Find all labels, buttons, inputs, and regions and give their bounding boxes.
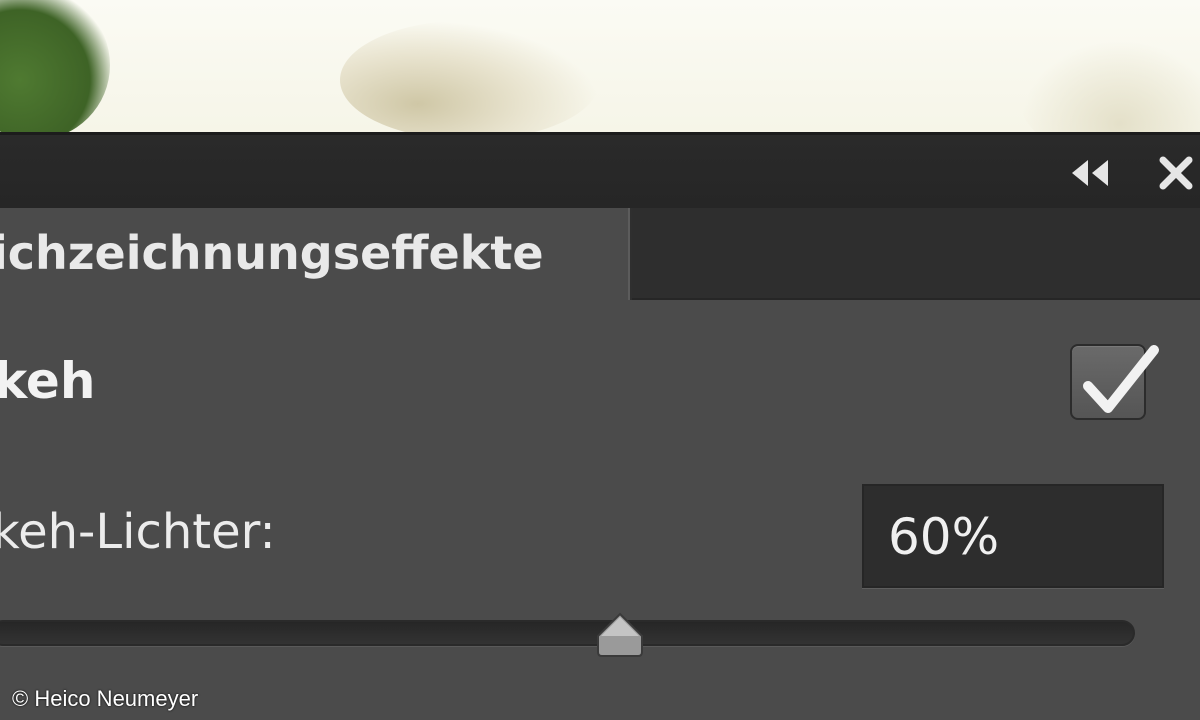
value-text: 60% bbox=[888, 508, 1000, 566]
effects-panel: ichzeichnungseffekte keh keh-Lichter: 60… bbox=[0, 132, 1200, 720]
checkmark-icon bbox=[1083, 345, 1159, 413]
close-icon bbox=[1159, 156, 1193, 190]
section-enable-checkbox[interactable] bbox=[1070, 344, 1159, 420]
petal-shadow bbox=[340, 20, 600, 132]
slider-thumb-icon bbox=[596, 612, 643, 657]
photo-credit: © Heico Neumeyer bbox=[12, 686, 199, 711]
tab-label: ichzeichnungseffekte bbox=[0, 226, 544, 280]
collapse-button[interactable] bbox=[1062, 153, 1118, 193]
background-photo bbox=[0, 0, 1200, 132]
panel-titlebar bbox=[0, 132, 1200, 208]
slider-thumb[interactable] bbox=[592, 612, 648, 658]
field-label: keh-Lichter: bbox=[0, 504, 276, 560]
slider-track[interactable] bbox=[0, 620, 1135, 646]
section-label: keh bbox=[0, 352, 96, 410]
tab-bar-empty-area bbox=[632, 208, 1200, 300]
tab-bar: ichzeichnungseffekte bbox=[0, 208, 1200, 300]
petal-shadow bbox=[1020, 40, 1200, 132]
close-button[interactable] bbox=[1152, 153, 1200, 193]
green-leaf bbox=[0, 0, 110, 132]
value-input[interactable]: 60% bbox=[862, 484, 1164, 588]
tab-effects[interactable]: ichzeichnungseffekte bbox=[0, 208, 630, 300]
double-chevron-left-icon bbox=[1072, 160, 1108, 186]
